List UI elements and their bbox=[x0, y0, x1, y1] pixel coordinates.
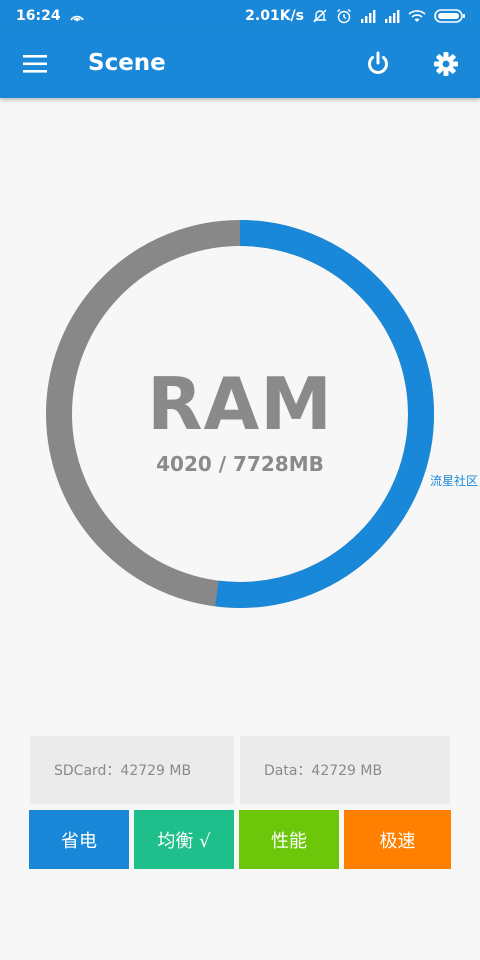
menu-icon[interactable] bbox=[22, 52, 48, 76]
alarm-icon bbox=[336, 8, 352, 24]
performance-mode-button[interactable]: 性能 bbox=[239, 810, 339, 869]
signal-icon bbox=[384, 9, 400, 23]
mute-icon bbox=[312, 8, 328, 24]
data-storage-info: Data：42729 MB bbox=[240, 736, 450, 804]
watermark-text: 流星社区 bbox=[430, 474, 479, 488]
wifi-icon bbox=[408, 9, 426, 23]
powersave-mode-button[interactable]: 省电 bbox=[29, 810, 129, 869]
bottom-hint-text: 滑动上滑以显示底部菜单 bbox=[151, 934, 328, 953]
power-icon[interactable] bbox=[364, 50, 392, 78]
app-bar: Scene bbox=[0, 32, 480, 98]
status-bar: 16:24 2.01K/s bbox=[0, 0, 480, 32]
net-speed: 2.01K/s bbox=[245, 8, 304, 24]
signal-icon bbox=[360, 9, 376, 23]
fast-mode-button[interactable]: 极速 bbox=[344, 810, 451, 869]
ram-label: RAM bbox=[147, 362, 333, 446]
app-title: Scene bbox=[88, 50, 166, 76]
sdcard-storage-info: SDCard：42729 MB bbox=[30, 736, 234, 804]
status-time: 16:24 bbox=[16, 8, 61, 24]
balance-mode-button[interactable]: 均衡 √ bbox=[134, 810, 234, 869]
settings-icon[interactable] bbox=[432, 50, 460, 78]
ram-usage-text: 4020 / 7728MB bbox=[156, 452, 324, 476]
battery-icon bbox=[434, 8, 466, 24]
hotspot-icon bbox=[69, 10, 85, 22]
